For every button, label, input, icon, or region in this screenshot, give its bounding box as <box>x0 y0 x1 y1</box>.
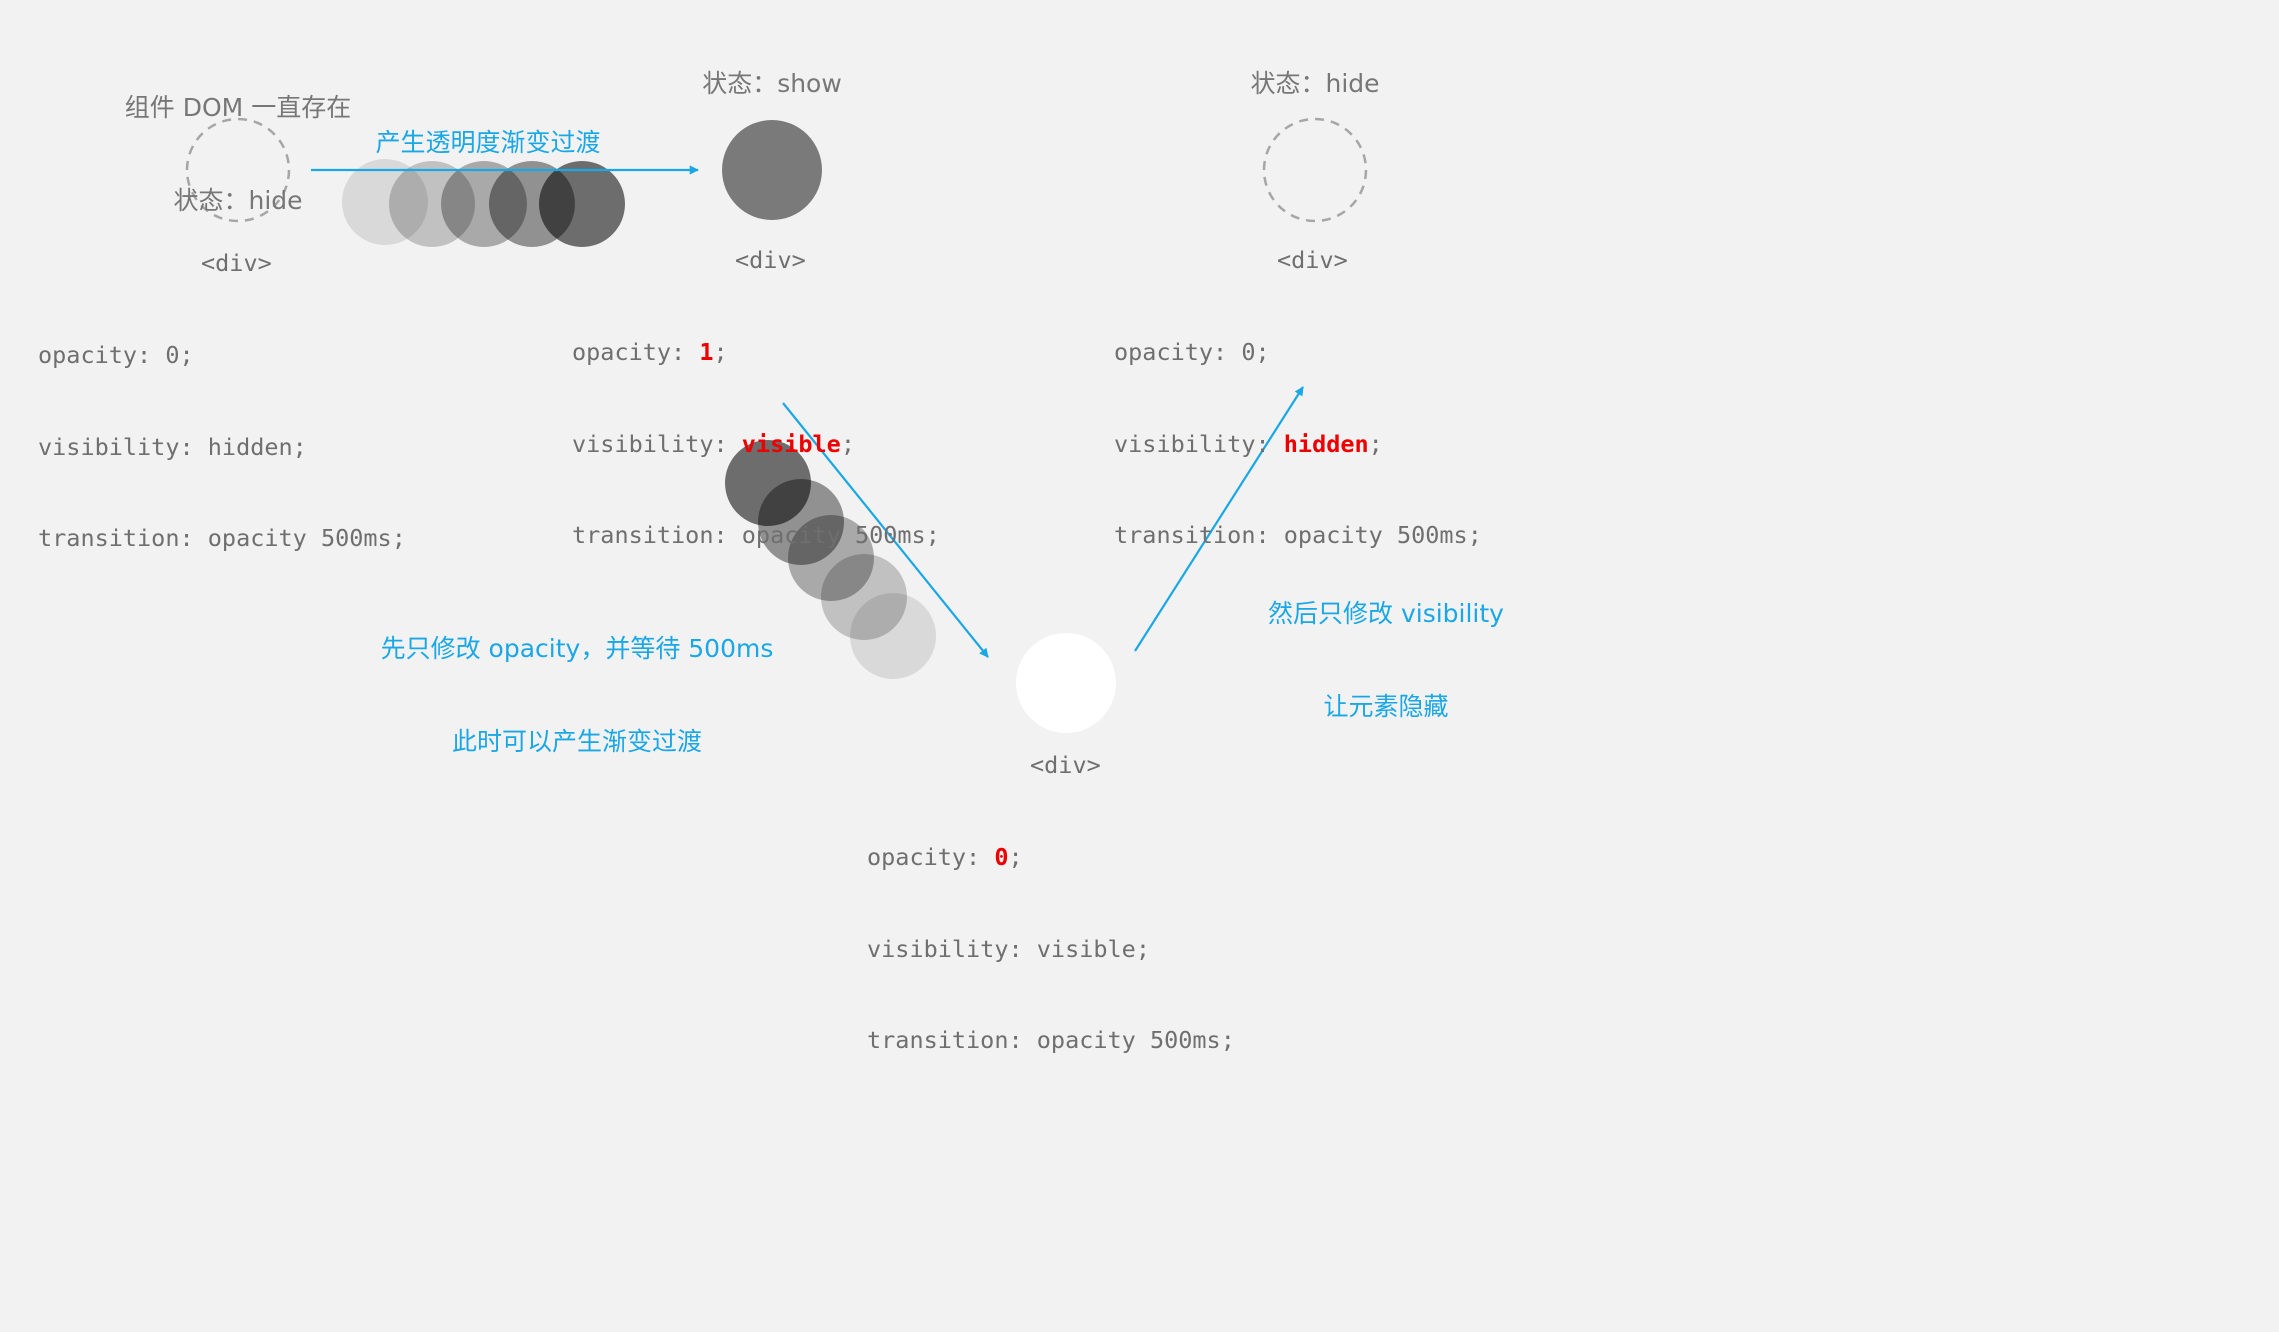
state-1-title: 组件 DOM 一直存在 状态：hide <box>103 30 373 247</box>
semicolon: ; <box>1255 338 1270 366</box>
state-4-div-tag: <div> <box>1030 751 1101 779</box>
state-3-div-tag: <div> <box>1277 246 1348 274</box>
semicolon: ; <box>713 338 728 366</box>
semicolon: ; <box>1368 429 1383 458</box>
state-4-opacity-line: opacity: 0; <box>867 842 1235 873</box>
css-value: visible <box>1036 934 1136 963</box>
highlighted-value: hidden <box>1283 429 1369 458</box>
state-1-opacity-line: opacity: 0; <box>38 340 406 371</box>
transparent-circle <box>1016 633 1116 733</box>
state-2-div-tag: <div> <box>735 246 806 274</box>
state-3-opacity-line: opacity: 0; <box>1114 337 1482 368</box>
fade-out-label: 先只修改 opacity，并等待 500ms 此时可以产生渐变过渡 <box>352 571 802 788</box>
css-key: visibility: <box>572 429 742 458</box>
semicolon: ; <box>292 432 307 461</box>
highlighted-value: visible <box>741 429 841 458</box>
state-4-code: opacity: 0; visibility: visible; transit… <box>867 781 1235 1086</box>
css-key: opacity: <box>572 338 700 366</box>
css-key: visibility: <box>38 432 208 461</box>
state-2-visibility-line: visibility: visible; <box>572 429 940 460</box>
css-key: opacity: <box>38 341 166 369</box>
semicolon: ; <box>1008 843 1023 871</box>
hidden-final-circle <box>1262 117 1368 223</box>
css-key: visibility: <box>867 934 1037 963</box>
fade-out-label-line2: 此时可以产生渐变过渡 <box>451 727 702 756</box>
state-1-title-line2: 状态：hide <box>173 186 303 215</box>
state-2-code: opacity: 1; visibility: visible; transit… <box>572 276 940 581</box>
state-2-transition-line: transition: opacity 500ms; <box>572 521 940 549</box>
highlighted-value: 0 <box>994 843 1009 871</box>
highlighted-value: 1 <box>699 338 714 366</box>
shown-circle <box>722 120 822 220</box>
hide-label: 然后只修改 visibility 让元素隐藏 <box>1222 536 1550 753</box>
semicolon: ; <box>179 341 194 369</box>
css-key: opacity: <box>1114 338 1242 366</box>
state-4-visibility-line: visibility: visible; <box>867 934 1235 965</box>
state-1-div-tag: <div> <box>201 249 272 277</box>
state-2-opacity-line: opacity: 1; <box>572 337 940 368</box>
state-1-visibility-line: visibility: hidden; <box>38 432 406 463</box>
state-3-visibility-line: visibility: hidden; <box>1114 429 1482 460</box>
state-3-title: 状态：hide <box>1250 69 1380 98</box>
css-value: hidden <box>207 432 293 461</box>
css-key: opacity: <box>867 843 995 871</box>
state-4-transition-line: transition: opacity 500ms; <box>867 1026 1235 1054</box>
hide-label-line1: 然后只修改 visibility <box>1268 599 1504 628</box>
css-key: visibility: <box>1114 429 1284 458</box>
semicolon: ; <box>840 429 855 458</box>
state-1-transition-line: transition: opacity 500ms; <box>38 524 406 552</box>
css-value: 0 <box>1241 338 1256 366</box>
css-value: 0 <box>165 341 180 369</box>
fade-in-step-circle-5 <box>539 161 625 247</box>
fade-in-circles <box>342 159 625 247</box>
hide-label-line2: 让元素隐藏 <box>1323 692 1449 721</box>
state-1-title-line1: 组件 DOM 一直存在 <box>124 93 352 122</box>
fade-out-step-circle-5 <box>850 593 936 679</box>
state-1-code: opacity: 0; visibility: hidden; transiti… <box>38 279 406 584</box>
state-2-title: 状态：show <box>702 69 842 98</box>
fade-in-label: 产生透明度渐变过渡 <box>375 128 601 157</box>
fade-out-label-line1: 先只修改 opacity，并等待 500ms <box>380 634 774 663</box>
semicolon: ; <box>1135 934 1150 963</box>
